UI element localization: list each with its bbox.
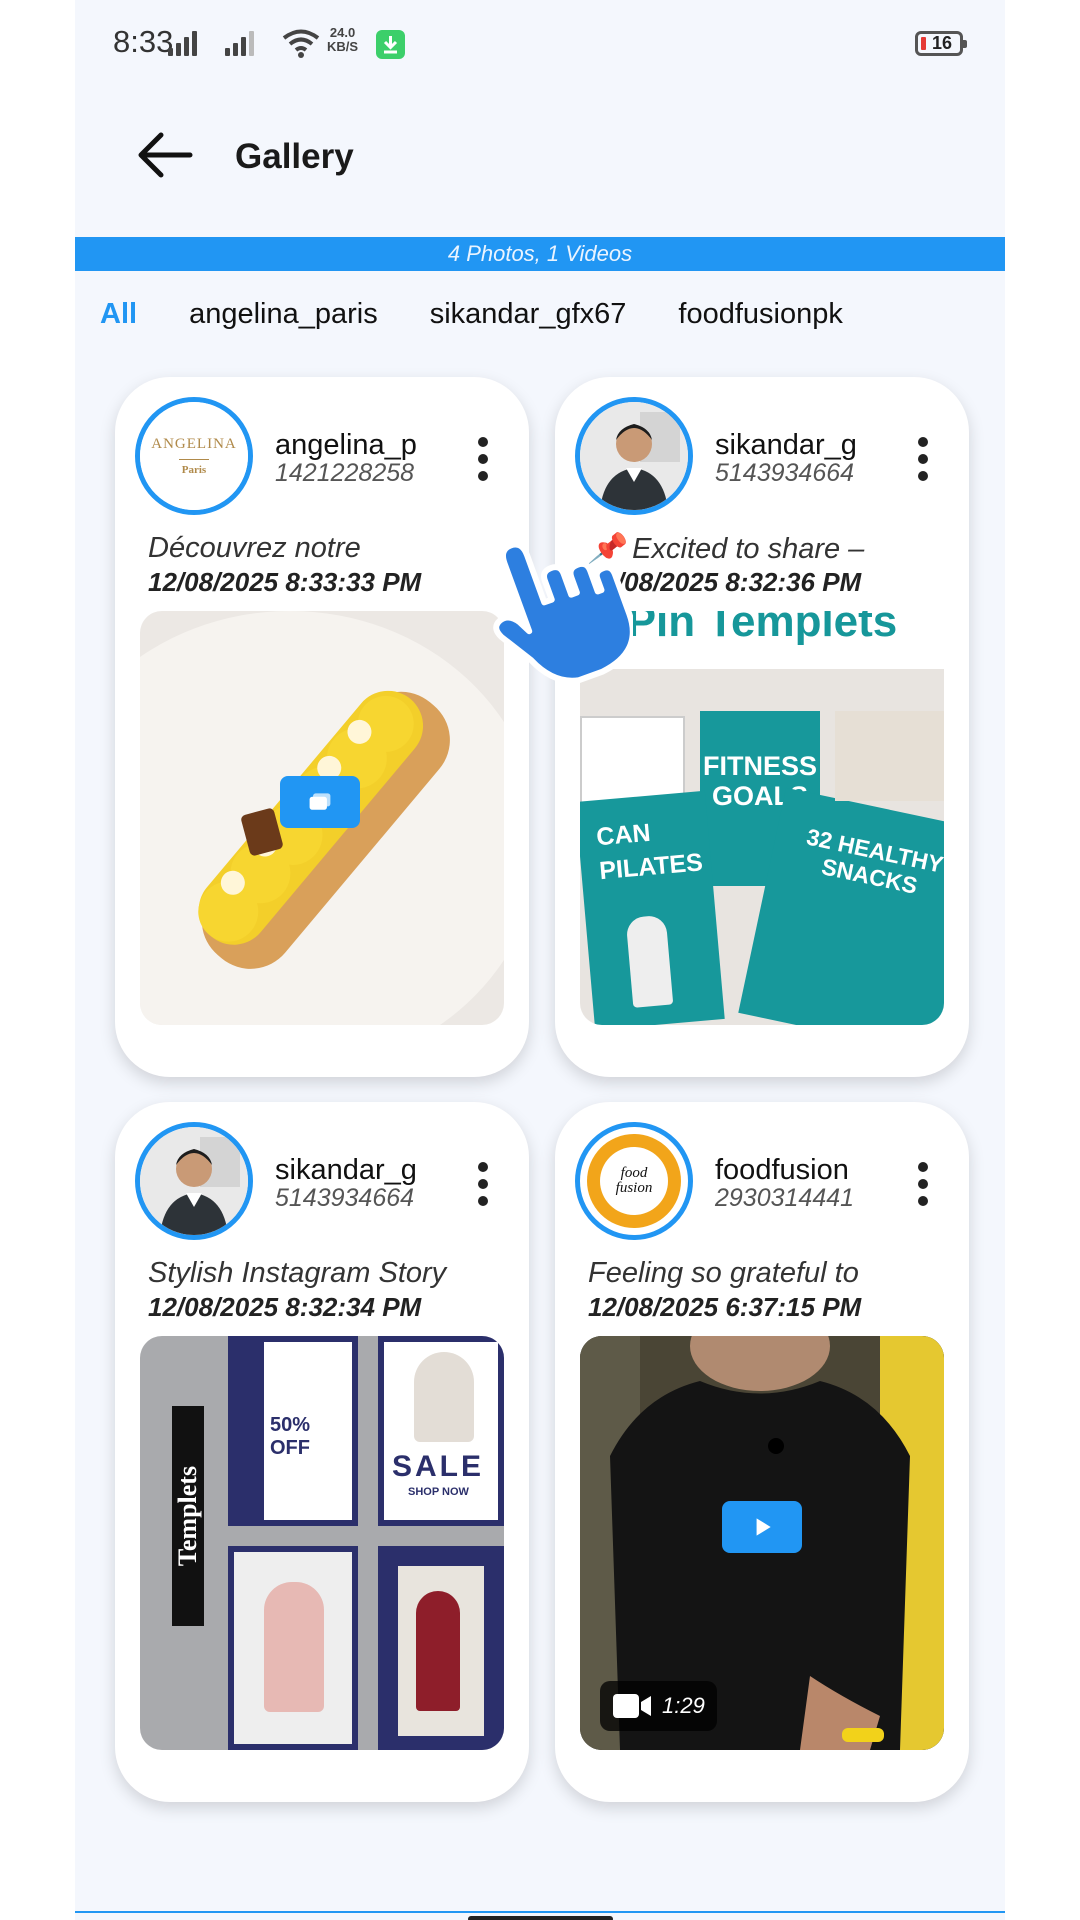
- arrow-left-icon: [138, 132, 193, 178]
- download-icon: [376, 30, 405, 59]
- avatar-logo-text: food fusion: [615, 1165, 653, 1196]
- status-bar: 8:33 24.0 KB/S 16: [75, 0, 1005, 90]
- avatar-logo-text: ANGELINA: [151, 436, 237, 452]
- tab-angelina-paris[interactable]: angelina_paris: [189, 297, 378, 331]
- post-thumbnail[interactable]: Templets 50% OFF SALE SHOP NOW: [140, 1336, 504, 1750]
- avatar[interactable]: ANGELINA Paris: [135, 397, 253, 515]
- net-speed: 24.0 KB/S: [327, 26, 358, 54]
- post-username[interactable]: sikandar_g: [715, 429, 857, 462]
- bottom-divider: [75, 1911, 1005, 1913]
- more-options-icon[interactable]: [917, 1162, 929, 1206]
- signal-icon-2: [225, 30, 254, 56]
- thumb-text: SHOP NOW: [408, 1486, 469, 1498]
- thumb-panel: [835, 711, 944, 801]
- post-card[interactable]: sikandar_g 5143934664 Stylish Instagram …: [115, 1102, 529, 1802]
- tab-sikandar-gfx67[interactable]: sikandar_gfx67: [430, 297, 627, 331]
- post-caption: 📌 Excited to share –: [588, 533, 865, 565]
- battery-level: 16: [931, 33, 953, 53]
- post-card[interactable]: ANGELINA Paris angelina_p 1421228258 Déc…: [115, 377, 529, 1077]
- post-username[interactable]: sikandar_g: [275, 1154, 417, 1187]
- post-card[interactable]: sikandar_g 5143934664 📌 Excited to share…: [555, 377, 969, 1077]
- avatar[interactable]: [575, 397, 693, 515]
- avatar[interactable]: [135, 1122, 253, 1240]
- post-date: 12/08/2025 6:37:15 PM: [588, 1292, 862, 1322]
- post-user-id: 2930314441: [715, 1184, 855, 1212]
- more-options-icon[interactable]: [477, 1162, 489, 1206]
- home-indicator[interactable]: [468, 1916, 613, 1920]
- thumb-text: 50% OFF: [270, 1414, 311, 1459]
- post-username[interactable]: angelina_p: [275, 429, 417, 462]
- thumb-text: 32 HEALTHY SNACKS: [804, 823, 944, 899]
- filter-tabs: All angelina_paris sikandar_gfx67 foodfu…: [100, 297, 895, 331]
- signal-icon: [168, 30, 197, 56]
- post-thumbnail[interactable]: 1:29: [580, 1336, 944, 1750]
- thumb-panel: [378, 1546, 504, 1750]
- post-date: 12/08/2025 8:33:33 PM: [148, 567, 422, 597]
- avatar-photo: [140, 1127, 248, 1235]
- thumb-panel: SALE SHOP NOW: [378, 1336, 504, 1526]
- gallery-screen: 8:33 24.0 KB/S 16 Gallery 4 Photos, 1 Vi…: [75, 0, 1005, 1920]
- post-user-id: 5143934664: [275, 1184, 415, 1212]
- back-button[interactable]: [135, 130, 195, 180]
- post-user-id: 1421228258: [275, 459, 415, 487]
- thumb-text: SALE: [392, 1450, 485, 1483]
- net-speed-value: 24.0: [329, 25, 356, 40]
- wifi-icon: [282, 29, 320, 58]
- battery-icon: 16: [915, 31, 967, 56]
- post-username[interactable]: foodfusion: [715, 1154, 849, 1187]
- tab-foodfusionpk[interactable]: foodfusionpk: [678, 297, 842, 331]
- play-icon[interactable]: [722, 1501, 802, 1553]
- carousel-badge-icon: [280, 776, 360, 828]
- status-time: 8:33: [113, 24, 174, 59]
- thumb-text: CAN PILATES: [595, 818, 704, 886]
- post-thumbnail[interactable]: [140, 611, 504, 1025]
- thumb-panel: 50% OFF: [228, 1336, 358, 1526]
- more-options-icon[interactable]: [477, 437, 489, 481]
- more-options-icon[interactable]: [917, 437, 929, 481]
- thumb-text: Templets: [173, 1465, 202, 1567]
- video-duration: 1:29: [662, 1693, 705, 1718]
- video-duration-badge: 1:29: [600, 1681, 717, 1731]
- net-speed-unit: KB/S: [327, 39, 359, 54]
- post-card[interactable]: food fusion foodfusion 2930314441 Feelin…: [555, 1102, 969, 1802]
- tab-all[interactable]: All: [100, 297, 137, 331]
- post-user-id: 5143934664: [715, 459, 855, 487]
- post-date: 12/08/2025 8:32:34 PM: [148, 1292, 422, 1322]
- post-caption: Feeling so grateful to: [588, 1257, 859, 1289]
- thumb-panel: CAN PILATES: [580, 790, 725, 1025]
- page-title: Gallery: [235, 137, 354, 176]
- avatar-logo-subtext: Paris: [181, 464, 207, 476]
- avatar-photo: [580, 402, 688, 510]
- thumb-panel: Templets: [172, 1406, 204, 1626]
- media-count-banner: 4 Photos, 1 Videos: [75, 237, 1005, 271]
- thumb-panel: [228, 1546, 358, 1750]
- post-caption: Stylish Instagram Story: [148, 1257, 447, 1289]
- tap-hand-icon: [493, 541, 633, 684]
- post-thumbnail[interactable]: Pin Templets FITNESS GOALS CAN PILATES 3…: [580, 611, 944, 1025]
- post-caption: Découvrez notre: [148, 532, 361, 564]
- avatar[interactable]: food fusion: [575, 1122, 693, 1240]
- thumb-title: Pin Templets: [626, 611, 898, 646]
- video-camera-icon: [613, 1694, 651, 1718]
